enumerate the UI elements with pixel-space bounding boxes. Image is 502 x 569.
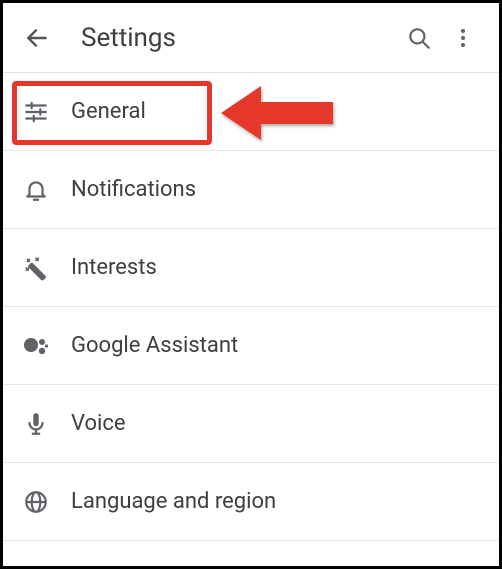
search-button[interactable]	[397, 16, 441, 60]
sliders-icon	[17, 99, 71, 125]
search-icon	[406, 25, 432, 51]
list-item-language-region[interactable]: Language and region	[3, 463, 499, 541]
bell-icon	[17, 177, 71, 203]
globe-icon	[17, 489, 71, 515]
list-item-label: Voice	[71, 411, 126, 436]
list-item-notifications[interactable]: Notifications	[3, 151, 499, 229]
list-item-label: General	[71, 99, 146, 124]
magic-wand-icon	[17, 255, 71, 281]
back-arrow-icon	[24, 25, 50, 51]
back-button[interactable]	[17, 18, 57, 58]
app-header: Settings	[3, 3, 499, 73]
page-title: Settings	[81, 23, 397, 53]
microphone-icon	[17, 411, 71, 437]
more-button[interactable]	[441, 16, 485, 60]
list-item-interests[interactable]: Interests	[3, 229, 499, 307]
list-item-google-assistant[interactable]: Google Assistant	[3, 307, 499, 385]
list-item-voice[interactable]: Voice	[3, 385, 499, 463]
list-item-general[interactable]: General	[3, 73, 499, 151]
list-item-label: Interests	[71, 255, 157, 280]
more-vertical-icon	[451, 26, 475, 50]
google-assistant-icon	[17, 333, 71, 359]
settings-list: General Notifications Interests	[3, 73, 499, 541]
list-item-label: Language and region	[71, 489, 276, 514]
list-item-label: Notifications	[71, 177, 196, 202]
list-item-label: Google Assistant	[71, 333, 238, 358]
